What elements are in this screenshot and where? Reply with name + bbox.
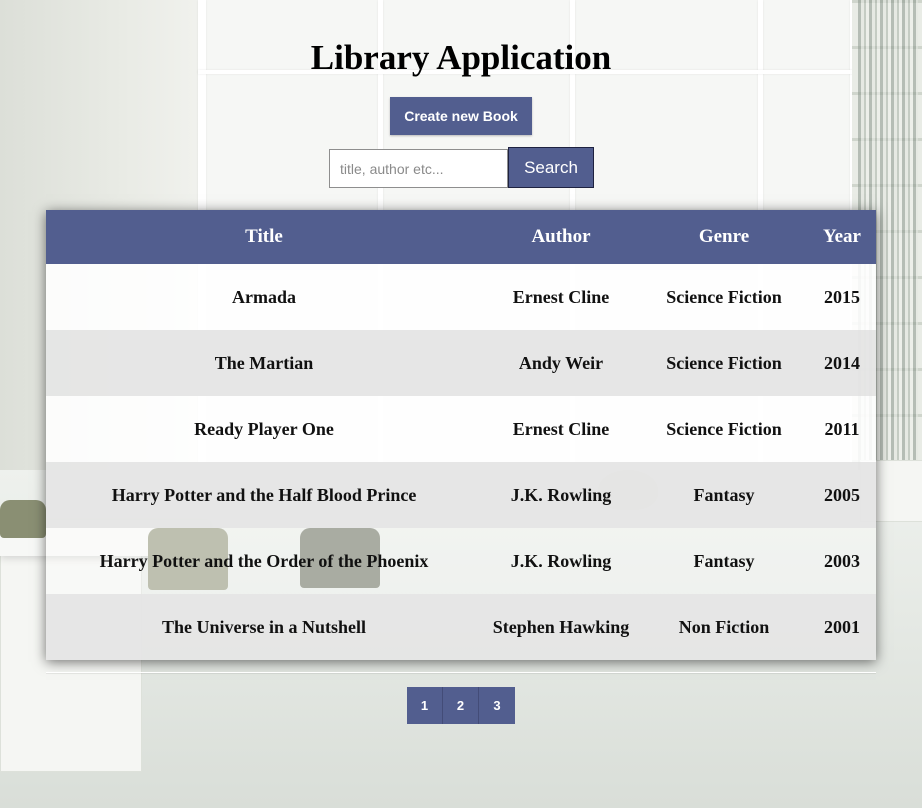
cell-genre: Fantasy bbox=[693, 550, 755, 571]
books-table: Title Author Genre Year Armada Ernest Cl… bbox=[46, 210, 876, 660]
cell-title: Harry Potter and the Half Blood Prince bbox=[111, 484, 417, 505]
divider bbox=[46, 672, 876, 673]
cell-author: Ernest Cline bbox=[512, 418, 610, 439]
cell-genre: Non Fiction bbox=[678, 616, 770, 637]
table-row[interactable]: The Martian Andy Weir Science Fiction 20… bbox=[46, 330, 876, 396]
cell-year: 2014 bbox=[824, 352, 860, 373]
column-header-title[interactable]: Title bbox=[46, 210, 482, 264]
cell-author: J.K. Rowling bbox=[510, 484, 612, 505]
table-row[interactable]: Harry Potter and the Order of the Phoeni… bbox=[46, 528, 876, 594]
cell-author: Andy Weir bbox=[518, 352, 604, 373]
column-header-genre[interactable]: Genre bbox=[640, 210, 808, 264]
table-row[interactable]: The Universe in a Nutshell Stephen Hawki… bbox=[46, 594, 876, 660]
page-button-1[interactable]: 1 bbox=[407, 687, 443, 724]
column-header-author[interactable]: Author bbox=[482, 210, 640, 264]
cell-title: Armada bbox=[232, 286, 296, 307]
create-new-book-button[interactable]: Create new Book bbox=[390, 97, 532, 135]
library-app: Library Application Create new Book Sear… bbox=[0, 0, 922, 808]
search-input[interactable] bbox=[329, 149, 508, 188]
cell-year: 2011 bbox=[824, 418, 860, 439]
page-button-3[interactable]: 3 bbox=[479, 687, 515, 724]
cell-genre: Science Fiction bbox=[666, 286, 782, 307]
cell-author: Ernest Cline bbox=[512, 286, 610, 307]
page-title: Library Application bbox=[310, 38, 612, 77]
cell-title: Ready Player One bbox=[194, 418, 334, 439]
cell-title: The Universe in a Nutshell bbox=[161, 616, 366, 637]
cell-title: Harry Potter and the Order of the Phoeni… bbox=[99, 550, 429, 571]
cell-year: 2015 bbox=[824, 286, 860, 307]
page-button-2[interactable]: 2 bbox=[443, 687, 479, 724]
cell-author: J.K. Rowling bbox=[510, 550, 612, 571]
cell-title: The Martian bbox=[214, 352, 314, 373]
cell-genre: Fantasy bbox=[693, 484, 755, 505]
pagination: 1 2 3 bbox=[407, 687, 515, 724]
cell-genre: Science Fiction bbox=[666, 352, 782, 373]
cell-year: 2001 bbox=[824, 616, 860, 637]
table-row[interactable]: Ready Player One Ernest Cline Science Fi… bbox=[46, 396, 876, 462]
column-header-year[interactable]: Year bbox=[808, 210, 876, 264]
cell-year: 2003 bbox=[824, 550, 860, 571]
table-row[interactable]: Armada Ernest Cline Science Fiction 2015 bbox=[46, 264, 876, 330]
cell-genre: Science Fiction bbox=[666, 418, 782, 439]
table-header-row: Title Author Genre Year bbox=[46, 210, 876, 264]
cell-year: 2005 bbox=[824, 484, 860, 505]
search-button[interactable]: Search bbox=[508, 147, 594, 188]
table-row[interactable]: Harry Potter and the Half Blood Prince J… bbox=[46, 462, 876, 528]
cell-author: Stephen Hawking bbox=[492, 616, 630, 637]
